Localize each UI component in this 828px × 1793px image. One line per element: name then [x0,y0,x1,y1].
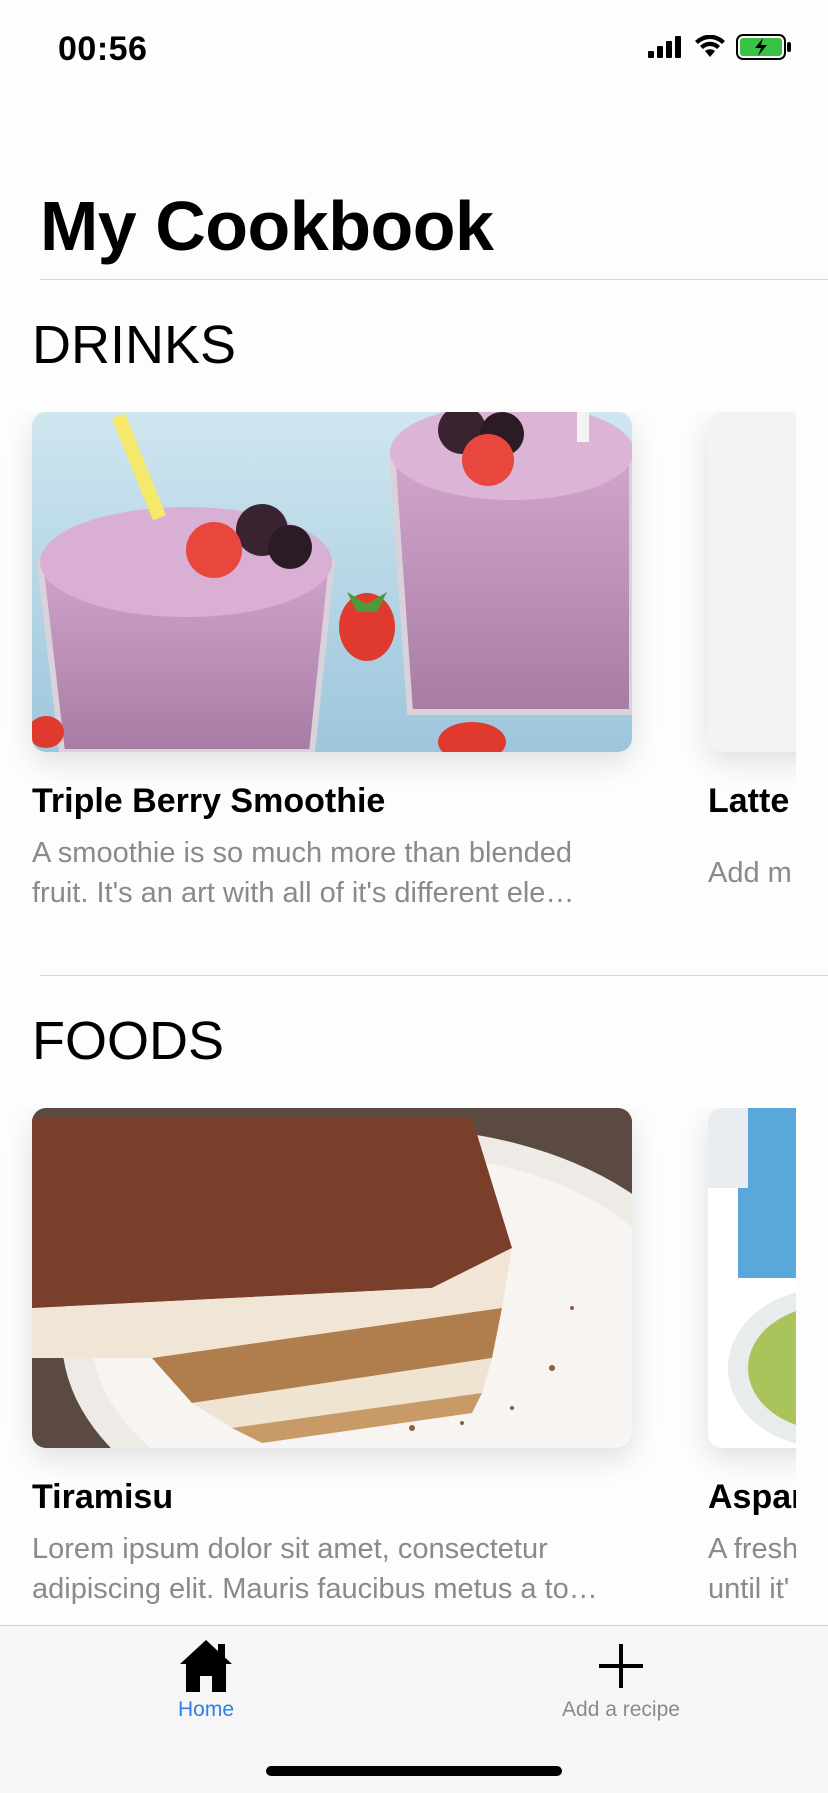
divider [40,975,828,976]
recipe-description: Lorem ipsum dolor sit amet, consectetur … [32,1533,598,1605]
home-indicator [266,1766,562,1776]
recipe-description: Add m [708,857,792,889]
cellular-signal-icon [648,36,681,58]
plus-icon [599,1644,643,1688]
recipe-image-asparagus-soup [708,1108,796,1448]
home-icon [180,1640,232,1692]
section-title-drinks: DRINKS [32,315,237,375]
tab-home-label: Home [177,1698,235,1721]
recipe-card-latte[interactable]: Latte Add m [708,412,796,893]
recipe-description: A fresh until it' [708,1533,796,1605]
tab-add-recipe-label: Add a recipe [562,1698,680,1721]
recipe-name: Tiramisu [32,1478,174,1516]
recipe-image-smoothie [32,412,632,752]
recipe-card-asparagus[interactable]: Aspar A fresh until it' [708,1108,796,1609]
tab-add-recipe[interactable]: Add a recipe [521,1636,721,1722]
recipe-image-tiramisu [32,1108,632,1448]
recipe-card-triple-berry-smoothie[interactable]: Triple Berry Smoothie A smoothie is so m… [32,412,632,913]
drinks-carousel[interactable]: Triple Berry Smoothie A smoothie is so m… [0,412,796,932]
tab-home[interactable]: Home [106,1636,306,1722]
recipe-name: Aspar [708,1478,796,1516]
section-title-foods: FOODS [32,1011,225,1071]
recipe-card-tiramisu[interactable]: Tiramisu Lorem ipsum dolor sit amet, con… [32,1108,632,1609]
wifi-icon [695,35,725,57]
status-icons [648,34,792,60]
recipe-name: Latte [708,782,790,820]
recipe-name: Triple Berry Smoothie [32,782,386,820]
page-title: My Cookbook [40,187,494,265]
status-time: 00:56 [58,30,148,68]
recipe-description: A smoothie is so much more than blended … [32,837,575,909]
divider [40,279,828,280]
recipe-image-placeholder [708,412,796,752]
battery-charging-icon [736,34,791,60]
foods-carousel[interactable]: Tiramisu Lorem ipsum dolor sit amet, con… [0,1108,796,1628]
status-bar: 00:56 [0,0,828,100]
